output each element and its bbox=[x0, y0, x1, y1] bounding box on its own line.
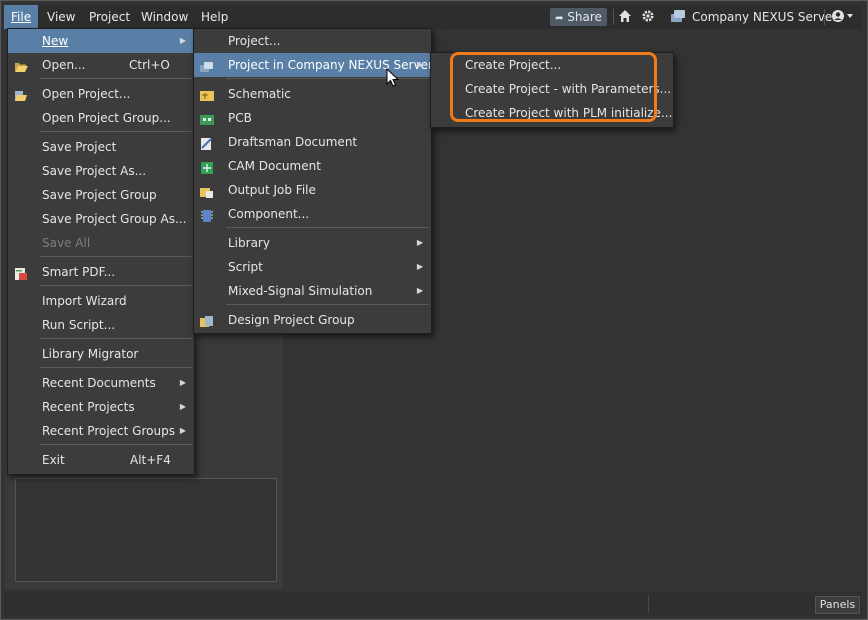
share-label: Share bbox=[567, 10, 602, 24]
share-arrow-icon: ➦ bbox=[555, 13, 564, 24]
menu-separator bbox=[40, 78, 192, 79]
file-menu: New ▶ Open... Ctrl+O Open Project... Open … bbox=[7, 28, 195, 475]
chevron-right-icon: ▶ bbox=[179, 402, 186, 411]
cam-document-icon bbox=[200, 159, 214, 174]
menu-item-open-project-group[interactable]: Open Project Group... bbox=[8, 106, 194, 130]
menu-separator bbox=[40, 131, 192, 132]
schematic-icon bbox=[200, 87, 214, 101]
folder-open-icon bbox=[14, 58, 28, 72]
menu-item-save-project[interactable]: Save Project bbox=[8, 135, 194, 159]
menu-item-save-project-group[interactable]: Save Project Group bbox=[8, 183, 194, 207]
component-icon bbox=[200, 207, 214, 222]
menubar: File View Project Window Help ➦ Share Co… bbox=[4, 5, 862, 29]
home-icon[interactable] bbox=[618, 9, 632, 25]
share-button[interactable]: ➦ Share bbox=[550, 8, 607, 26]
output-job-icon bbox=[200, 183, 214, 198]
chevron-right-icon: ▶ bbox=[416, 286, 423, 295]
menu-item-recent-project-groups[interactable]: Recent Project Groups ▶ bbox=[8, 419, 194, 443]
server-project-icon bbox=[200, 58, 214, 72]
menu-separator bbox=[40, 256, 192, 257]
server-name[interactable]: Company NEXUS Server bbox=[692, 5, 837, 29]
panels-button[interactable]: Panels bbox=[815, 596, 860, 614]
menu-help[interactable]: Help bbox=[194, 5, 235, 29]
menu-item-save-all: Save All bbox=[42, 236, 91, 250]
pcb-icon bbox=[200, 111, 214, 125]
open-project-icon bbox=[14, 87, 28, 101]
menu-item-save-project-as[interactable]: Save Project As... bbox=[8, 159, 194, 183]
menu-separator bbox=[40, 338, 192, 339]
menu-item-run-script[interactable]: Run Script... bbox=[8, 313, 194, 337]
menu-view[interactable]: View bbox=[40, 5, 82, 29]
chevron-right-icon: ▶ bbox=[416, 262, 423, 271]
menu-window[interactable]: Window bbox=[134, 5, 195, 29]
menu-item-recent-projects[interactable]: Recent Projects ▶ bbox=[8, 395, 194, 419]
smart-pdf-icon bbox=[14, 265, 28, 280]
toolbar-divider bbox=[613, 9, 614, 25]
menu-item-new[interactable]: New ▶ bbox=[8, 29, 194, 53]
server-icon bbox=[669, 9, 687, 25]
menu-item-open-project[interactable]: Open Project... bbox=[8, 82, 194, 106]
status-bar bbox=[4, 592, 862, 616]
chevron-right-icon: ▶ bbox=[416, 238, 423, 247]
menu-item-new-project[interactable]: Project... bbox=[194, 29, 431, 53]
menu-item-mixed-signal[interactable]: Mixed-Signal Simulation ▶ bbox=[194, 279, 431, 303]
menu-separator bbox=[226, 304, 429, 305]
menu-item-recent-documents[interactable]: Recent Documents ▶ bbox=[8, 371, 194, 395]
menu-separator bbox=[40, 367, 192, 368]
menu-item-component[interactable]: Component... bbox=[194, 202, 431, 226]
menu-project[interactable]: Project bbox=[82, 5, 137, 29]
menu-separator bbox=[40, 444, 192, 445]
menu-item-script[interactable]: Script ▶ bbox=[194, 255, 431, 279]
user-account-icon[interactable] bbox=[830, 9, 856, 25]
chevron-right-icon: ▶ bbox=[416, 60, 423, 69]
menu-item-library-migrator[interactable]: Library Migrator bbox=[8, 342, 194, 366]
gear-icon[interactable] bbox=[641, 9, 655, 25]
chevron-right-icon: ▶ bbox=[179, 36, 186, 45]
menu-item-import-wizard[interactable]: Import Wizard bbox=[8, 289, 194, 313]
menu-item-library[interactable]: Library ▶ bbox=[194, 231, 431, 255]
menu-item-design-project-group[interactable]: Design Project Group bbox=[194, 308, 431, 332]
status-divider bbox=[648, 596, 649, 612]
menu-item-open[interactable]: Open... Ctrl+O bbox=[8, 53, 194, 77]
draftsman-icon bbox=[200, 135, 214, 150]
panel-content-area bbox=[15, 478, 277, 582]
menu-item-exit[interactable]: Exit Alt+F4 bbox=[8, 448, 194, 472]
chevron-right-icon: ▶ bbox=[179, 426, 186, 435]
menu-separator bbox=[40, 285, 192, 286]
menu-item-pcb[interactable]: PCB bbox=[194, 106, 431, 130]
mouse-cursor-icon bbox=[386, 67, 400, 91]
menu-item-save-project-group-as[interactable]: Save Project Group As... bbox=[8, 207, 194, 231]
chevron-right-icon: ▶ bbox=[179, 378, 186, 387]
menu-item-smart-pdf[interactable]: Smart PDF... bbox=[8, 260, 194, 284]
menu-file[interactable]: File bbox=[4, 5, 39, 29]
menu-item-cam-document[interactable]: CAM Document bbox=[194, 154, 431, 178]
menu-item-draftsman[interactable]: Draftsman Document bbox=[194, 130, 431, 154]
menu-item-output-job[interactable]: Output Job File bbox=[194, 178, 431, 202]
project-group-icon bbox=[200, 313, 214, 327]
menu-separator bbox=[226, 227, 429, 228]
callout-highlight bbox=[450, 52, 657, 122]
toolbar-divider bbox=[824, 9, 825, 25]
